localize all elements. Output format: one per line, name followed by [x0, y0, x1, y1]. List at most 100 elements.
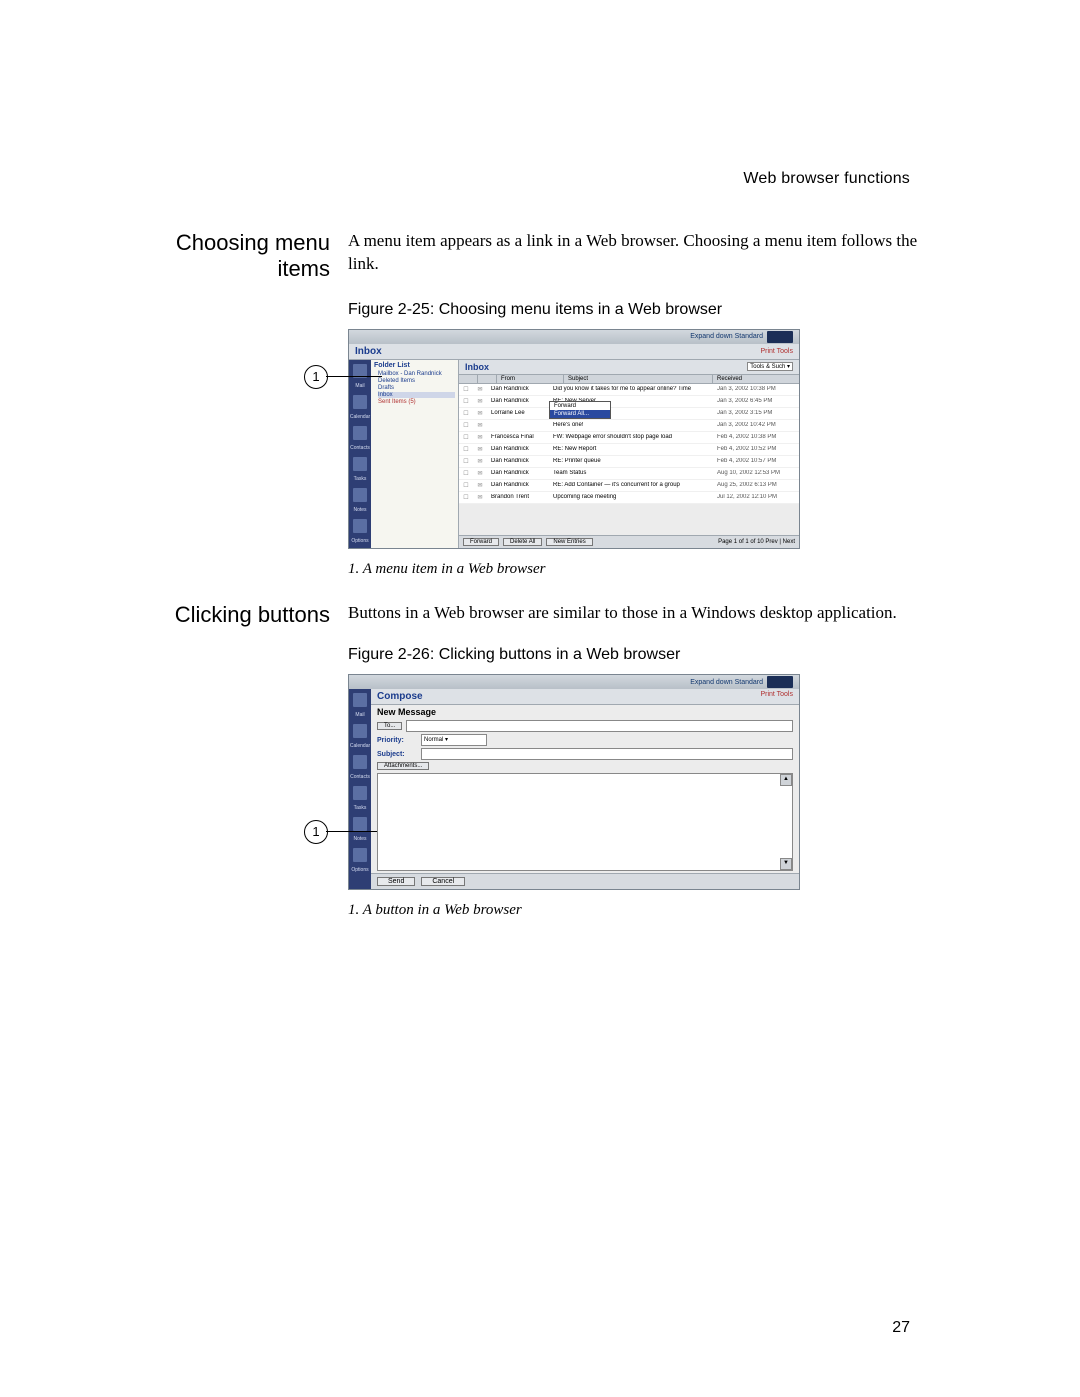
mail-row[interactable]: ☐✉Dan RandnickTeam StatusAug 10, 2002 12… — [459, 468, 799, 480]
mail-row[interactable]: ☐✉Brandon TrentUpcoming race meetingJul … — [459, 492, 799, 504]
callout-leader-line — [326, 376, 382, 377]
col-subject[interactable]: Subject — [564, 375, 713, 383]
print-tools-link[interactable]: Print Tools — [760, 348, 793, 355]
screenshot-inbox: Expand down Standard Inbox Print Tools M… — [348, 329, 800, 549]
to-field[interactable] — [406, 720, 793, 732]
nav-rail: Mail Calendar Contacts Tasks Notes Optio… — [349, 360, 371, 548]
row-from: Brandon Trent — [487, 494, 549, 500]
pager-text: Page 1 of 1 of 10 Prev | Next — [718, 539, 795, 545]
mail-row[interactable]: ☐✉Dan RandnickRE: New ReportFeb 4, 2002 … — [459, 444, 799, 456]
forward-button[interactable]: Forward — [463, 538, 499, 546]
col-received[interactable]: Received — [713, 375, 799, 383]
nav-calendar-icon[interactable] — [353, 395, 367, 409]
row-subject: RE: New Report — [549, 446, 713, 452]
new-entries-button[interactable]: New Entries — [546, 538, 592, 546]
nav-label: Notes — [353, 508, 366, 513]
row-envelope-icon: ✉ — [473, 494, 487, 501]
nav-label: Tasks — [354, 477, 367, 482]
row-date: Aug 10, 2002 12:53 PM — [713, 470, 799, 476]
nav-tasks-icon[interactable] — [353, 457, 367, 471]
row-subject: Team Status — [549, 470, 713, 476]
nav-label: Calendar — [350, 744, 370, 749]
folder-item[interactable]: Drafts — [378, 385, 455, 391]
send-button[interactable]: Send — [377, 877, 415, 886]
figure-2-25: 1 Expand down Standard Inbox Print Tools… — [348, 329, 940, 549]
row-check-icon[interactable]: ☐ — [459, 494, 473, 501]
mail-column-headers: From Subject Received — [459, 375, 799, 384]
mail-row[interactable]: ☐✉Dan RandnickRE: Printer queueFeb 4, 20… — [459, 456, 799, 468]
mail-row[interactable]: ☐✉Francesca FinalFW: Webpage error shoul… — [459, 432, 799, 444]
app-titlebar: Expand down Standard — [349, 330, 799, 344]
row-check-icon[interactable]: ☐ — [459, 398, 473, 405]
header-title: Inbox — [355, 346, 382, 357]
cancel-button[interactable]: Cancel — [421, 877, 465, 886]
folder-header: Folder List — [374, 362, 455, 369]
row-check-icon[interactable]: ☐ — [459, 386, 473, 393]
folder-item[interactable]: Mailbox - Dan Randnick — [378, 371, 455, 377]
nav-options-icon[interactable] — [353, 519, 367, 533]
folder-item[interactable]: Sent Items (5) — [378, 399, 455, 405]
mail-list-title-bar: Inbox Tools & Such ▾ — [459, 360, 799, 375]
nav-notes-icon[interactable] — [353, 817, 367, 831]
row-subject: FW: Webpage error shouldn't stop page lo… — [549, 434, 713, 440]
row-from: Francesca Final — [487, 434, 549, 440]
folder-item[interactable]: Deleted Items — [378, 378, 455, 384]
subject-row: Subject: — [371, 747, 799, 761]
subject-field[interactable] — [421, 748, 793, 760]
compose-area: Compose Print Tools New Message To... Pr… — [371, 689, 799, 889]
mail-row[interactable]: ☐✉Dan RandnickDid you know it takes for … — [459, 384, 799, 396]
running-head: Web browser functions — [743, 170, 910, 188]
nav-mail-icon[interactable] — [353, 693, 367, 707]
nav-label: Notes — [353, 837, 366, 842]
nav-label: Mail — [355, 713, 364, 718]
row-date: Feb 4, 2002 10:52 PM — [713, 446, 799, 452]
attachments-button[interactable]: Attachments... — [377, 762, 429, 770]
row-envelope-icon: ✉ — [473, 434, 487, 441]
row-envelope-icon: ✉ — [473, 386, 487, 393]
tools-dropdown[interactable]: Tools & Such ▾ — [747, 362, 793, 371]
titlebar-text: Expand down Standard — [690, 333, 763, 340]
mail-row[interactable]: ☐✉Dan RandnickRE: Add Container — it's c… — [459, 480, 799, 492]
mail-row[interactable]: ☐✉Lorraine LeeRE: Auto-reloadJan 3, 2002… — [459, 408, 799, 420]
nav-contacts-icon[interactable] — [353, 755, 367, 769]
priority-select[interactable]: Normal ▾ — [421, 734, 487, 746]
figure-caption: Figure 2-25: Choosing menu items in a We… — [348, 301, 940, 319]
nav-contacts-icon[interactable] — [353, 426, 367, 440]
nav-tasks-icon[interactable] — [353, 786, 367, 800]
col-from[interactable]: From — [497, 375, 564, 383]
nav-notes-icon[interactable] — [353, 488, 367, 502]
scroll-up-icon[interactable]: ▲ — [780, 774, 792, 786]
scroll-down-icon[interactable]: ▼ — [780, 858, 792, 870]
row-check-icon[interactable]: ☐ — [459, 470, 473, 477]
mail-list-area: Inbox Tools & Such ▾ From Subject Receiv… — [459, 360, 799, 548]
app-titlebar: Expand down Standard — [349, 675, 799, 689]
col-flag-icon[interactable] — [459, 375, 478, 383]
row-from: Dan Randnick — [487, 482, 549, 488]
row-check-icon[interactable]: ☐ — [459, 446, 473, 453]
delete-all-button[interactable]: Delete All — [503, 538, 542, 546]
col-attach-icon[interactable] — [478, 375, 497, 383]
mail-row[interactable]: ☐✉Here's one!Jan 3, 2002 10:42 PM — [459, 420, 799, 432]
figure-2-26: 1 Expand down Standard Mail Calendar Con… — [348, 674, 940, 890]
row-check-icon[interactable]: ☐ — [459, 482, 473, 489]
row-check-icon[interactable]: ☐ — [459, 422, 473, 429]
menu-item[interactable]: Forward — [550, 402, 610, 410]
print-tools-link[interactable]: Print Tools — [760, 691, 793, 702]
row-check-icon[interactable]: ☐ — [459, 458, 473, 465]
section-clicking-buttons: Clicking buttons Buttons in a Web browse… — [130, 602, 940, 919]
row-check-icon[interactable]: ☐ — [459, 410, 473, 417]
priority-label: Priority: — [377, 737, 417, 744]
row-check-icon[interactable]: ☐ — [459, 434, 473, 441]
nav-label: Contacts — [350, 446, 370, 451]
row-subject: RE: Printer queue — [549, 458, 713, 464]
nav-options-icon[interactable] — [353, 848, 367, 862]
folder-item-inbox[interactable]: Inbox — [378, 392, 455, 398]
menu-item-selected[interactable]: Forward All... — [550, 410, 610, 418]
nav-calendar-icon[interactable] — [353, 724, 367, 738]
message-body-editor[interactable]: ▲ ▼ — [377, 773, 793, 871]
row-from: Dan Randnick — [487, 386, 549, 392]
mail-row[interactable]: ☐✉Dan RandnickRE: New ServerJan 3, 2002 … — [459, 396, 799, 408]
row-envelope-icon: ✉ — [473, 446, 487, 453]
row-date: Jan 3, 2002 10:38 PM — [713, 386, 799, 392]
to-button[interactable]: To... — [377, 722, 402, 730]
